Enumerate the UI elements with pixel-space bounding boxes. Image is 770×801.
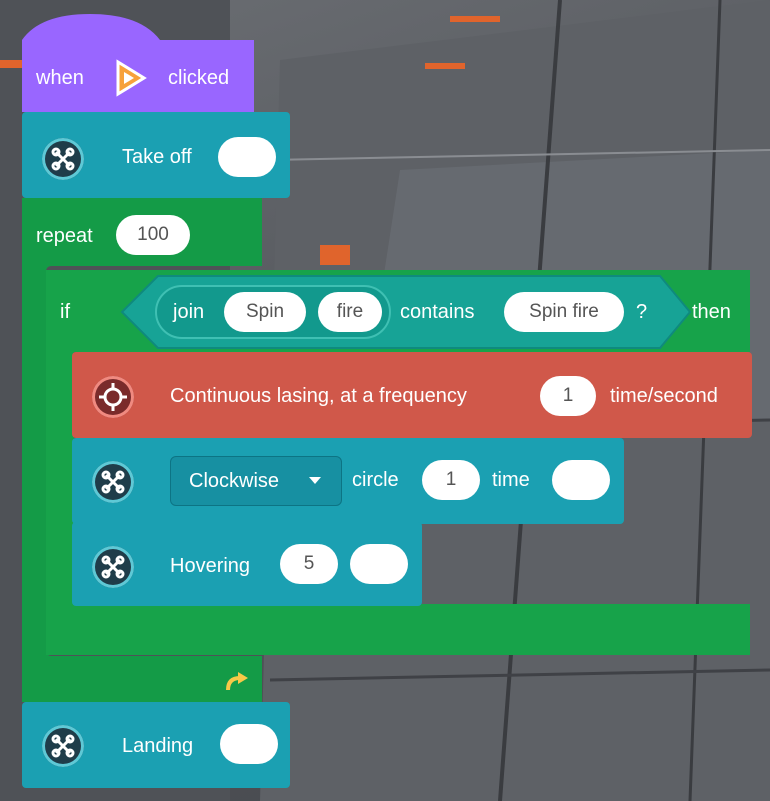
hat-when-label: when xyxy=(36,67,84,89)
contains-input[interactable]: Spin fire xyxy=(504,292,624,332)
repeat-label: repeat xyxy=(36,225,93,247)
laser-unit-label: time/second xyxy=(610,385,718,407)
takeoff-label: Take off xyxy=(122,146,192,168)
loop-arrow-icon xyxy=(224,670,250,694)
laser-label: Continuous lasing, at a frequency xyxy=(170,385,467,407)
circle-label: circle xyxy=(352,469,399,491)
contains-label: contains xyxy=(400,301,475,323)
circle-extra-input[interactable] xyxy=(552,460,610,500)
crosshair-icon xyxy=(92,376,134,418)
flag-play-icon[interactable] xyxy=(108,58,152,98)
circle-time-label: time xyxy=(492,469,530,491)
join-input-a[interactable]: Spin xyxy=(224,292,306,332)
question-label: ? xyxy=(636,301,648,323)
then-label: then xyxy=(692,301,731,323)
join-input-b[interactable]: fire xyxy=(318,292,382,332)
if-label: if xyxy=(60,301,70,323)
drone-icon xyxy=(92,461,134,503)
hover-seconds-input[interactable]: 5 xyxy=(280,544,338,584)
hover-extra-input[interactable] xyxy=(350,544,408,584)
direction-dropdown[interactable]: Clockwise xyxy=(170,456,342,506)
laser-frequency-input[interactable]: 1 xyxy=(540,376,596,416)
drone-icon xyxy=(92,546,134,588)
hat-clicked-label: clicked xyxy=(168,67,230,89)
chevron-down-icon xyxy=(309,477,321,484)
landing-label: Landing xyxy=(122,735,194,757)
join-label: join xyxy=(173,301,205,323)
direction-value: Clockwise xyxy=(189,470,280,492)
circle-count-input[interactable]: 1 xyxy=(422,460,480,500)
drone-icon xyxy=(42,725,84,767)
repeat-count-input[interactable]: 100 xyxy=(116,215,190,255)
takeoff-input[interactable] xyxy=(218,137,276,177)
drone-icon xyxy=(42,138,84,180)
landing-input[interactable] xyxy=(220,724,278,764)
hover-label: Hovering xyxy=(170,555,251,577)
